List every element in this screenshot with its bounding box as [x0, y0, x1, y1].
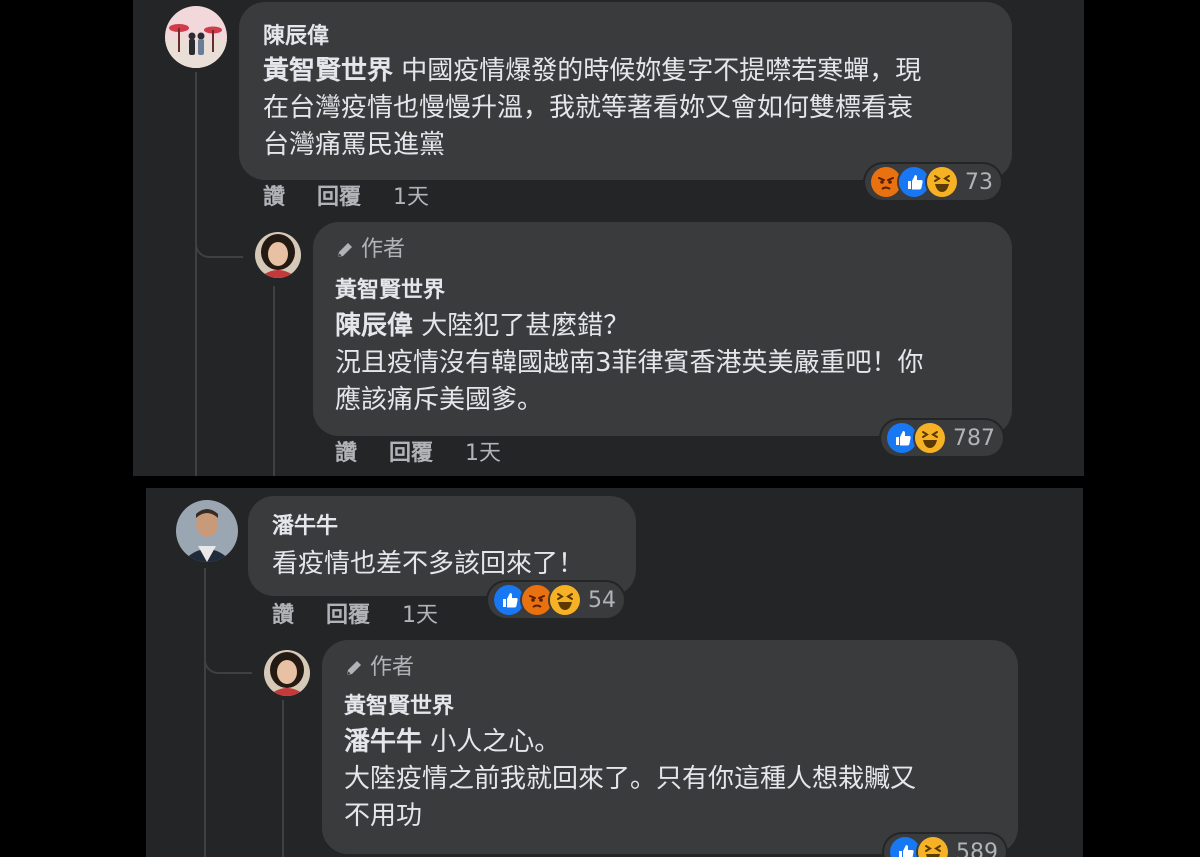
reaction-count: 589 [956, 839, 998, 857]
reply-bubble[interactable]: 作者 黃智賢世界 陳辰偉 大陸犯了甚麼錯？ 況且疫情沒有韓國越南3菲律賓香港英美… [313, 222, 1012, 436]
reaction-count: 787 [953, 425, 995, 451]
timestamp[interactable]: 1天 [402, 602, 438, 630]
author-name[interactable]: 黃智賢世界 [335, 276, 445, 306]
reaction-count: 73 [965, 169, 993, 195]
comment-text: 黃智賢世界 中國疫情爆發的時候妳隻字不提噤若寒蟬，現 在台灣疫情也慢慢升溫，我就… [263, 53, 993, 164]
comment-thread-1: 陳辰偉 黃智賢世界 中國疫情爆發的時候妳隻字不提噤若寒蟬，現 在台灣疫情也慢慢升… [133, 0, 1084, 476]
mention-link[interactable]: 陳辰偉 [335, 311, 413, 341]
author-name[interactable]: 黃智賢世界 [344, 692, 454, 722]
comment-bubble[interactable]: 陳辰偉 黃智賢世界 中國疫情爆發的時候妳隻字不提噤若寒蟬，現 在台灣疫情也慢慢升… [239, 2, 1012, 180]
comment-text: 陳辰偉 大陸犯了甚麼錯？ 況且疫情沒有韓國越南3菲律賓香港英美嚴重吧！你 應該痛… [335, 308, 995, 419]
like-button[interactable]: 讚 [263, 184, 285, 212]
comment-line: 小人之心。 [422, 727, 561, 757]
comment-bubble[interactable]: 潘牛牛 看疫情也差不多該回來了！ [248, 496, 636, 596]
reaction-summary[interactable]: 589 [884, 834, 1006, 857]
avatar[interactable] [165, 6, 227, 68]
comment-line: 大陸疫情之前我就回來了。只有你這種人想栽贓又 [344, 764, 917, 794]
haha-reaction-icon [548, 583, 582, 617]
reply-button[interactable]: 回覆 [389, 440, 433, 468]
comment-actions: 讚 回覆 1天 [335, 440, 501, 468]
mention-link[interactable]: 黃智賢世界 [263, 56, 393, 86]
reply-bubble[interactable]: 作者 黃智賢世界 潘牛牛 小人之心。 大陸疫情之前我就回來了。只有你這種人想栽贓… [322, 640, 1018, 854]
author-badge: 作者 [335, 236, 405, 264]
comment-line: 看疫情也差不多該回來了！ [272, 549, 585, 579]
comment-line: 應該痛斥美國爹。 [335, 385, 544, 415]
mention-link[interactable]: 潘牛牛 [344, 727, 422, 757]
thread-connector [195, 230, 243, 258]
reply-button[interactable]: 回覆 [326, 602, 370, 630]
author-name[interactable]: 潘牛牛 [272, 512, 338, 542]
comment-line: 大陸犯了甚麼錯？ [413, 311, 630, 341]
thread-line [204, 568, 206, 857]
badge-label: 作者 [370, 655, 415, 680]
pencil-icon [347, 661, 361, 675]
comment-actions: 讚 回覆 1天 [272, 602, 438, 630]
comment-line: 況且疫情沒有韓國越南3菲律賓香港英美嚴重吧！你 [335, 348, 924, 378]
comment-text: 潘牛牛 小人之心。 大陸疫情之前我就回來了。只有你這種人想栽贓又 不用功 [344, 724, 1004, 835]
reply-button[interactable]: 回覆 [317, 184, 361, 212]
haha-reaction-icon [916, 835, 950, 857]
comment-actions: 讚 回覆 1天 [263, 184, 429, 212]
comment-line: 在台灣疫情也慢慢升溫，我就等著看妳又會如何雙標看衰 [263, 93, 914, 123]
comment-thread-2: 潘牛牛 看疫情也差不多該回來了！ 54 讚 回覆 1天 作者 黃智賢世界 潘牛牛… [146, 488, 1083, 857]
avatar[interactable] [255, 232, 301, 278]
comment-line: 中國疫情爆發的時候妳隻字不提噤若寒蟬，現 [393, 56, 922, 86]
reaction-summary[interactable]: 54 [488, 582, 624, 618]
comment-line: 不用功 [344, 801, 423, 831]
reaction-summary[interactable]: 73 [865, 164, 1001, 200]
timestamp[interactable]: 1天 [393, 184, 429, 212]
pencil-icon [338, 243, 352, 257]
author-badge: 作者 [344, 654, 414, 682]
reaction-count: 54 [588, 587, 616, 613]
haha-reaction-icon [925, 165, 959, 199]
badge-label: 作者 [361, 237, 406, 262]
author-name[interactable]: 陳辰偉 [263, 22, 329, 52]
haha-reaction-icon [913, 421, 947, 455]
like-button[interactable]: 讚 [272, 602, 294, 630]
thread-connector [204, 646, 252, 674]
comment-text: 看疫情也差不多該回來了！ [272, 546, 622, 583]
timestamp[interactable]: 1天 [465, 440, 501, 468]
avatar[interactable] [264, 650, 310, 696]
comment-line: 台灣痛罵民進黨 [263, 130, 446, 160]
thread-line [195, 72, 197, 476]
avatar[interactable] [176, 500, 238, 562]
reaction-summary[interactable]: 787 [881, 420, 1003, 456]
like-button[interactable]: 讚 [335, 440, 357, 468]
reply-thread-line [282, 700, 284, 857]
reply-thread-line [273, 286, 275, 476]
